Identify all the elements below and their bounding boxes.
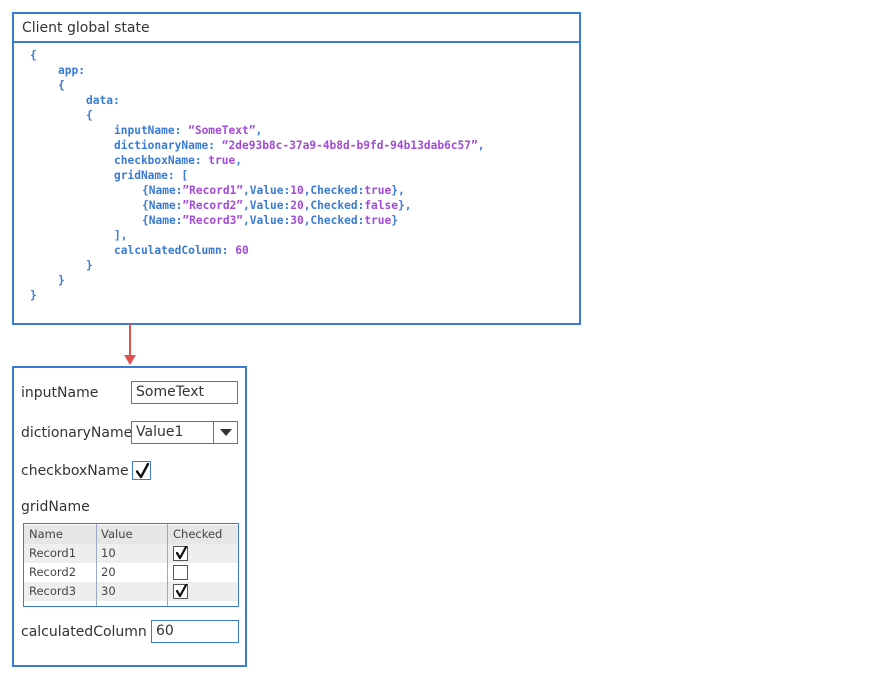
form-panel: inputName SomeText dictionaryName Value1…: [12, 366, 247, 667]
grid-cell-value: 10: [101, 546, 116, 560]
code-token: }: [391, 214, 399, 227]
calculated-column-field[interactable]: 60: [151, 620, 239, 643]
code-token: app:: [58, 64, 85, 77]
code-token: ,Checked:: [303, 214, 365, 227]
code-token: 20: [290, 199, 304, 212]
code-token: ”Record3”: [182, 214, 244, 227]
code-token: true: [208, 154, 236, 167]
code-line: {Name:”Record2”,Value:20,Checked:false},: [30, 198, 484, 213]
checkmark-icon: [135, 462, 150, 479]
code-token: ,Value:: [243, 214, 291, 227]
grid-name-label: gridName: [21, 499, 90, 515]
code-line: }: [30, 273, 484, 288]
checkmark-icon: [175, 583, 188, 598]
code-line: {Name:”Record3”,Value:30,Checked:true}: [30, 213, 484, 228]
code-token: ,: [235, 154, 242, 167]
code-line: app:: [30, 63, 484, 78]
code-token: true: [364, 214, 392, 227]
code-token: 60: [235, 244, 249, 257]
code-token: false: [364, 199, 398, 212]
checkmark-icon: [175, 545, 188, 560]
grid-row[interactable]: Record2 20: [24, 563, 238, 582]
code-token: “SomeText”: [188, 124, 256, 137]
code-token: }: [86, 259, 93, 272]
grid-row-checkbox[interactable]: [173, 565, 188, 580]
code-token: {Name:: [142, 214, 183, 227]
code-token: [: [181, 169, 189, 182]
grid-column-divider: [167, 524, 168, 606]
grid-row-checkbox[interactable]: [173, 545, 188, 561]
grid-column-header-value[interactable]: Value: [101, 525, 133, 544]
dictionary-name-selected-value: Value1: [136, 424, 184, 440]
code-token: }: [58, 274, 65, 287]
dropdown-button[interactable]: [213, 422, 237, 443]
checkbox-name-label: checkboxName: [21, 463, 129, 479]
grid-cell-value: 20: [101, 565, 116, 579]
code-token: ”Record2”: [182, 199, 244, 212]
code-line: calculatedColumn: 60: [30, 243, 484, 258]
code-token: },: [391, 184, 405, 197]
client-global-state-panel: Client global state {app:{data:{inputNam…: [12, 12, 581, 325]
code-line: {: [30, 48, 484, 63]
code-token: },: [398, 199, 412, 212]
code-token: ”Record1”: [182, 184, 244, 197]
code-token: ],: [114, 229, 128, 242]
code-line: {: [30, 78, 484, 93]
grid-column-header-checked[interactable]: Checked: [173, 525, 222, 544]
grid-cell-name: Record3: [29, 584, 77, 598]
code-token: true: [364, 184, 392, 197]
grid-cell-value: 30: [101, 584, 116, 598]
code-token: ,Checked:: [303, 184, 365, 197]
arrow-down-icon: [120, 324, 140, 368]
code-token: dictionaryName:: [114, 139, 222, 152]
code-line: dictionaryName: “2de93b8c-37a9-4b8d-b9fd…: [30, 138, 484, 153]
input-name-label: inputName: [21, 385, 99, 401]
code-token: ,: [477, 139, 485, 152]
grid-cell-name: Record1: [29, 546, 77, 560]
code-line: }: [30, 258, 484, 273]
grid-column-header-name[interactable]: Name: [29, 525, 63, 544]
grid-name-grid[interactable]: Name Value Checked Record1 10 Record2 20…: [23, 523, 239, 607]
checkbox-name-checkbox[interactable]: [132, 461, 151, 480]
code-line: checkboxName: true,: [30, 153, 484, 168]
code-token: gridName:: [114, 169, 182, 182]
code-token: checkboxName:: [114, 154, 209, 167]
code-token: {: [30, 49, 37, 62]
dictionary-name-select[interactable]: Value1: [131, 421, 238, 444]
code-token: }: [30, 289, 37, 302]
code-token: ,Checked:: [303, 199, 365, 212]
code-token: ,Value:: [243, 184, 291, 197]
grid-row[interactable]: Record1 10: [24, 544, 238, 563]
code-line: ],: [30, 228, 484, 243]
code-token: 30: [290, 214, 304, 227]
state-panel-title: Client global state: [14, 14, 579, 43]
code-token: 10: [290, 184, 304, 197]
code-token: {Name:: [142, 199, 183, 212]
chevron-down-icon: [220, 429, 232, 436]
grid-row[interactable]: Record3 30: [24, 582, 238, 601]
code-token: calculatedColumn:: [114, 244, 236, 257]
grid-row-checkbox[interactable]: [173, 583, 188, 599]
code-line: }: [30, 288, 484, 303]
code-line: inputName: “SomeText”,: [30, 123, 484, 138]
code-token: ,: [255, 124, 263, 137]
code-token: “2de93b8c-37a9-4b8d-b9fd-94b13dab6c57”: [221, 139, 478, 152]
calculated-column-label: calculatedColumn: [21, 624, 147, 640]
code-line: data:: [30, 93, 484, 108]
code-line: gridName: [: [30, 168, 484, 183]
grid-header-row: Name Value Checked: [24, 525, 238, 544]
code-token: {Name:: [142, 184, 183, 197]
code-token: data:: [86, 94, 120, 107]
grid-cell-name: Record2: [29, 565, 77, 579]
code-token: inputName:: [114, 124, 189, 137]
code-token: {: [58, 79, 65, 92]
code-line: {: [30, 108, 484, 123]
state-code-block: {app:{data:{inputName: “SomeText”, dictio…: [30, 48, 484, 303]
grid-column-divider: [96, 524, 97, 606]
dictionary-name-label: dictionaryName: [21, 425, 133, 441]
input-name-field[interactable]: SomeText: [131, 381, 238, 404]
code-token: {: [86, 109, 93, 122]
code-line: {Name:”Record1”,Value:10,Checked:true},: [30, 183, 484, 198]
code-token: ,Value:: [243, 199, 291, 212]
